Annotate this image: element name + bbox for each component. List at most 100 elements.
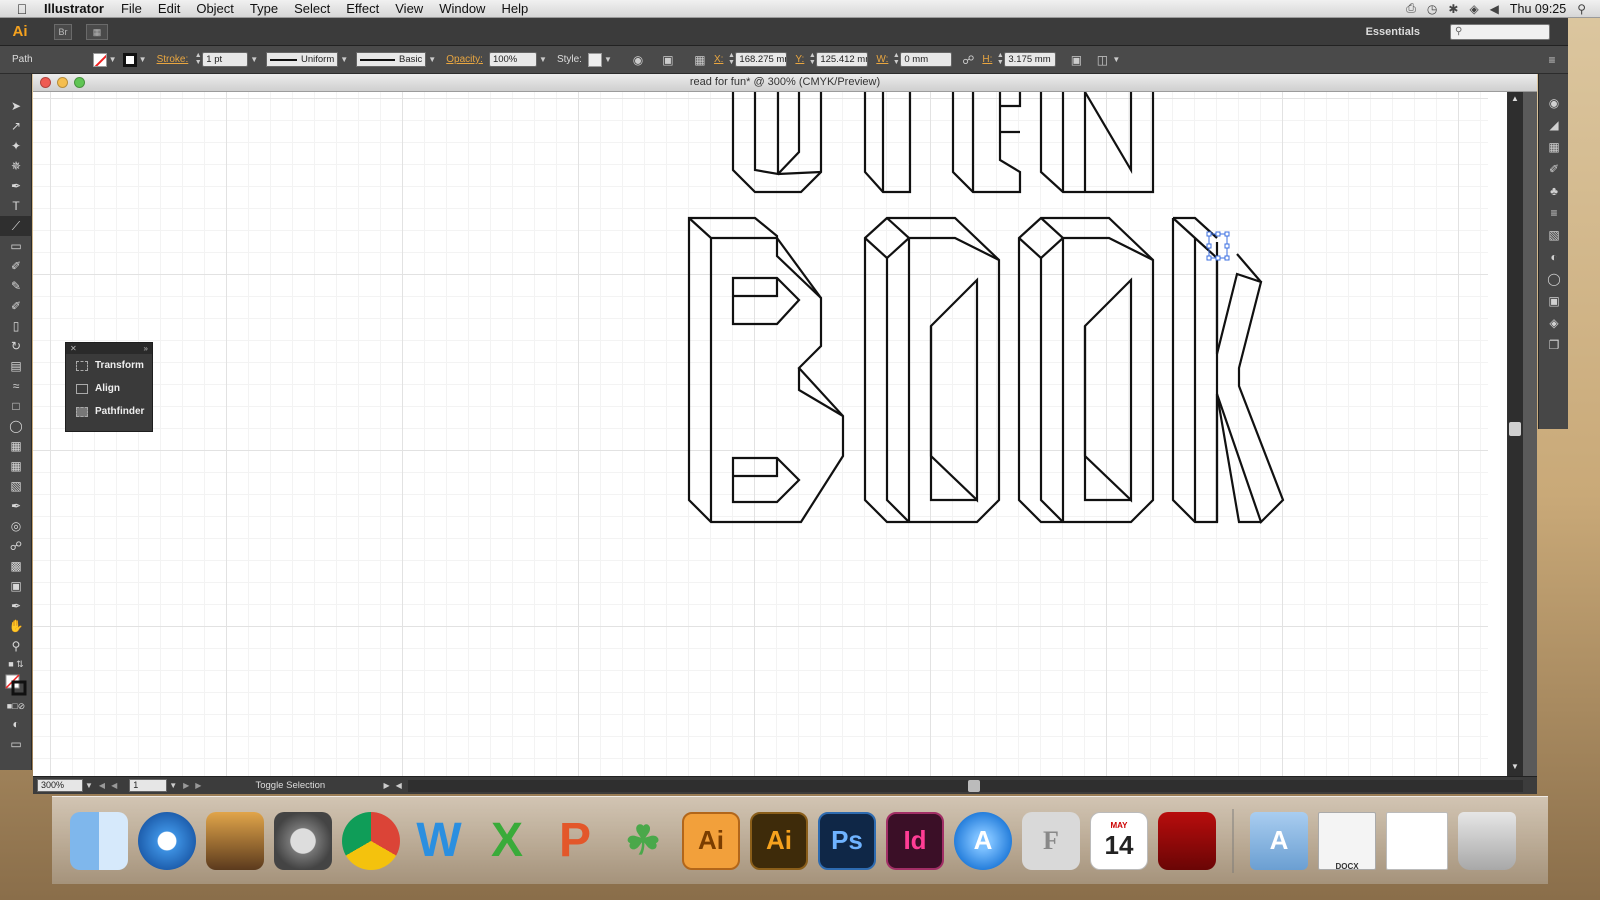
align-to-icon[interactable]: ▣	[660, 52, 676, 68]
arrange-documents-icon[interactable]: ▦	[86, 23, 108, 40]
layers-icon[interactable]: ◈	[1539, 312, 1569, 334]
volume-icon[interactable]: ◀	[1490, 2, 1499, 16]
eraser-tool-icon[interactable]: ▯	[0, 316, 32, 336]
wifi-icon[interactable]: ◈	[1469, 2, 1478, 16]
line-segment-tool-icon[interactable]: ⟋	[0, 216, 32, 236]
transparency-icon[interactable]: ◐	[1539, 246, 1569, 268]
pencil-tool-icon[interactable]: ✎	[0, 276, 32, 296]
menu-file[interactable]: File	[113, 1, 150, 16]
scroll-up-icon[interactable]: ▲	[1511, 94, 1519, 103]
artboard-number-field[interactable]: 1	[129, 779, 168, 792]
isolate-object-icon[interactable]: ▣	[1068, 52, 1084, 68]
width-field[interactable]: 0 mm	[900, 52, 953, 67]
safari-icon[interactable]	[138, 811, 196, 870]
close-window-button[interactable]	[40, 77, 51, 88]
status-menu-icon[interactable]: ▶	[383, 781, 389, 790]
constrain-proportions-icon[interactable]: ☍	[960, 52, 976, 68]
printer-icon[interactable]: ⎙	[1406, 1, 1416, 16]
menu-select[interactable]: Select	[286, 1, 338, 16]
fill-swatch[interactable]	[92, 52, 107, 67]
lasso-tool-icon[interactable]: ✵	[0, 156, 32, 176]
stroke-weight-field[interactable]: 1 pt	[202, 52, 249, 67]
zoom-dropdown-icon[interactable]: ▼	[85, 781, 93, 790]
menu-effect[interactable]: Effect	[338, 1, 387, 16]
stroke-label[interactable]: Stroke:	[157, 54, 189, 65]
stroke-weight-dropdown-icon[interactable]: ▼	[250, 53, 258, 67]
magic-wand-tool-icon[interactable]: ✦	[0, 136, 32, 156]
recolor-artwork-icon[interactable]: ◉	[630, 52, 646, 68]
symbol-sprayer-tool-icon[interactable]: ☍	[0, 536, 32, 556]
document-stack-icon[interactable]	[1386, 811, 1448, 870]
appearance-icon[interactable]: ◯	[1539, 268, 1569, 290]
transform-dropdown-icon[interactable]: ▼	[1112, 53, 1120, 67]
x-label[interactable]: X:	[714, 54, 723, 65]
zoom-level-field[interactable]: 300%	[37, 779, 83, 792]
swatches-icon[interactable]: ▦	[1539, 136, 1569, 158]
bridge-icon[interactable]: Br	[54, 23, 72, 40]
font-book-icon[interactable]: F	[1022, 811, 1080, 870]
artboard-dropdown-icon[interactable]: ▼	[169, 781, 177, 790]
upper-word-partial[interactable]	[731, 92, 1155, 194]
brush-definition[interactable]: Basic	[356, 52, 427, 67]
height-field[interactable]: 3.175 mm	[1004, 52, 1057, 67]
illustrator-icon[interactable]: Ai	[750, 811, 808, 870]
blob-brush-tool-icon[interactable]: ✐	[0, 296, 32, 316]
slice-tool-icon[interactable]: ✒	[0, 596, 32, 616]
profile-dropdown-icon[interactable]: ▼	[340, 53, 348, 67]
chrome-icon[interactable]	[342, 811, 400, 870]
scale-tool-icon[interactable]: ▤	[0, 356, 32, 376]
artboard-first-prev-icon[interactable]: ◀◀	[99, 781, 123, 790]
artboard-tool-icon[interactable]: ▣	[0, 576, 32, 596]
app-menu[interactable]: Illustrator	[44, 1, 113, 16]
letter-k[interactable]	[1171, 216, 1285, 525]
blend-tool-icon[interactable]: ◎	[0, 516, 32, 536]
horizontal-scrollbar[interactable]	[407, 779, 1523, 792]
rotate-tool-icon[interactable]: ↻	[0, 336, 32, 356]
direct-selection-tool-icon[interactable]: ↗	[0, 116, 32, 136]
vertical-scrollbar[interactable]: ▲ ▼	[1507, 92, 1537, 776]
style-dropdown-icon[interactable]: ▼	[604, 53, 612, 67]
width-tool-icon[interactable]: ≈	[0, 376, 32, 396]
zoom-window-button[interactable]	[74, 77, 85, 88]
artwork[interactable]	[33, 92, 1493, 776]
x-position-field[interactable]: 168.275 mm	[735, 52, 788, 67]
menu-view[interactable]: View	[387, 1, 431, 16]
opacity-dropdown-icon[interactable]: ▼	[539, 53, 547, 67]
panel-item-transform[interactable]: Transform	[66, 354, 152, 377]
powerpoint-icon[interactable]: P	[546, 812, 604, 870]
menu-help[interactable]: Help	[493, 1, 536, 16]
workspace-switcher[interactable]: Essentials	[1366, 26, 1420, 38]
panel-close-icon[interactable]: ✕	[70, 343, 77, 354]
screen-mode-icon[interactable]: ▭	[0, 734, 32, 754]
brushes-icon[interactable]: ✐	[1539, 158, 1569, 180]
app-store-icon[interactable]: A	[954, 811, 1012, 870]
h-stepper[interactable]: ▲ ▼	[996, 52, 1004, 67]
graphic-style-swatch[interactable]	[587, 52, 602, 67]
zoom-tool-icon[interactable]: ⚲	[0, 636, 32, 656]
help-search-input[interactable]: ⚲	[1450, 23, 1550, 40]
menu-edit[interactable]: Edit	[150, 1, 188, 16]
selection-tool-icon[interactable]: ➤	[0, 96, 32, 116]
illustrator-cs-icon[interactable]: Ai	[682, 811, 740, 870]
x-stepper[interactable]: ▲ ▼	[727, 52, 735, 67]
paintbrush-tool-icon[interactable]: ✐	[0, 256, 32, 276]
stroke-dropdown-icon[interactable]: ▼	[139, 53, 147, 67]
spotlight-icon[interactable]: ⚲	[1577, 2, 1586, 16]
brush-dropdown-icon[interactable]: ▼	[428, 53, 436, 67]
panel-item-align[interactable]: Align	[66, 377, 152, 400]
default-fill-stroke-icon[interactable]: ■ ⇅	[0, 656, 32, 672]
fill-stroke-indicator-icon[interactable]	[0, 672, 32, 698]
menu-object[interactable]: Object	[188, 1, 242, 16]
graphic-styles-icon[interactable]: ▣	[1539, 290, 1569, 312]
panel-header[interactable]: ✕ »	[66, 343, 152, 354]
status-toggle-selection[interactable]: Toggle Selection	[255, 780, 383, 791]
h-label[interactable]: H:	[982, 54, 992, 65]
scroll-down-icon[interactable]: ▼	[1511, 762, 1519, 771]
hand-tool-icon[interactable]: ✋	[0, 616, 32, 636]
menu-clock[interactable]: Thu 09:25	[1510, 2, 1566, 16]
bluetooth-icon[interactable]: ✱	[1448, 2, 1458, 16]
frog-app-icon[interactable]: ☘	[614, 812, 672, 870]
fill-dropdown-icon[interactable]: ▼	[109, 53, 117, 67]
time-machine-icon[interactable]: ◷	[1427, 2, 1437, 16]
stroke-weight-stepper[interactable]: ▲ ▼	[194, 52, 202, 67]
